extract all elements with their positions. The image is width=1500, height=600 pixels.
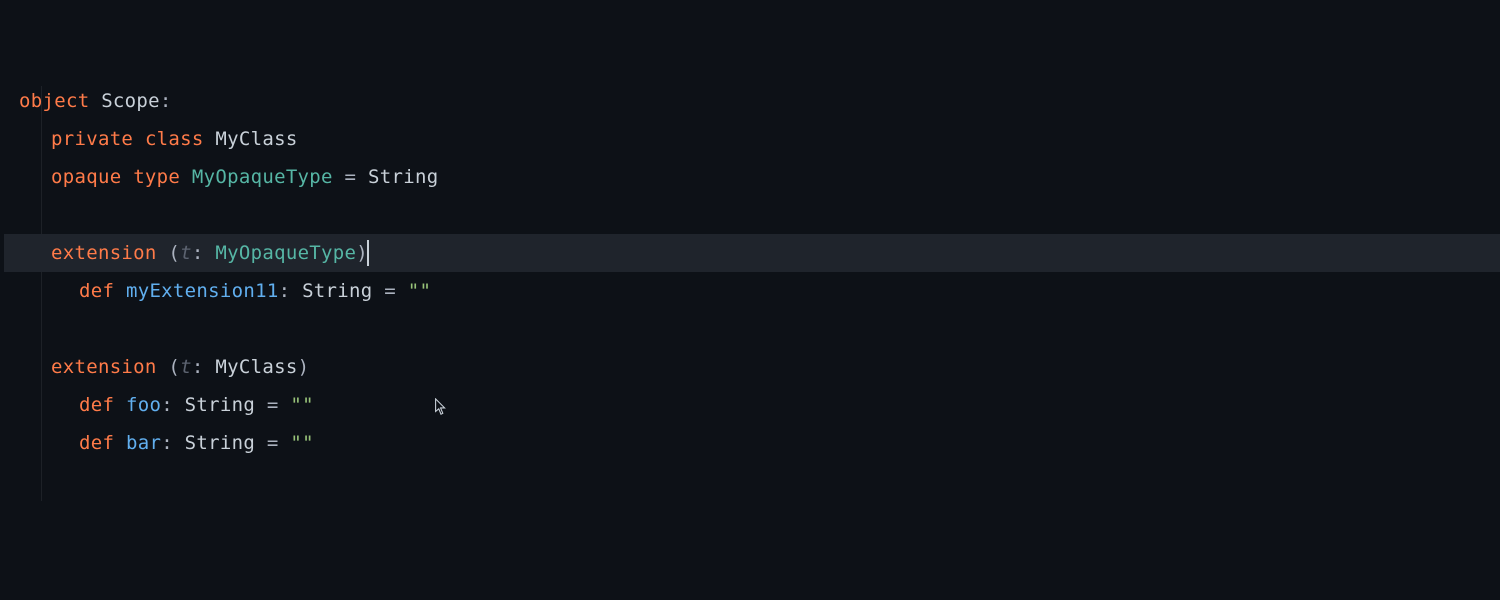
code-editor[interactable]: object Scope: private class MyClass opaq… (0, 0, 1500, 600)
keyword-def: def (79, 432, 114, 454)
type-string: String (368, 166, 438, 188)
code-line[interactable]: def myExtension11: String = "" (4, 272, 1500, 310)
param-t: t (180, 356, 192, 378)
keyword-extension: extension (51, 242, 157, 264)
keyword-opaque: opaque (51, 166, 121, 188)
string-literal: "" (290, 432, 313, 454)
keyword-class: class (145, 128, 204, 150)
type-string: String (302, 280, 372, 302)
code-line[interactable]: extension (t: MyClass) (4, 348, 1500, 386)
type-myopaquetype: MyOpaqueType (192, 166, 333, 188)
text-caret (367, 240, 369, 266)
code-line-highlighted[interactable]: extension (t: MyOpaqueType) (4, 234, 1500, 272)
code-line[interactable]: opaque type MyOpaqueType = String (4, 158, 1500, 196)
method-bar: bar (126, 432, 161, 454)
code-line-empty[interactable] (4, 196, 1500, 234)
code-line[interactable]: object Scope: (4, 82, 1500, 120)
identifier-myclass: MyClass (215, 128, 297, 150)
type-string: String (185, 394, 255, 416)
keyword-def: def (79, 394, 114, 416)
code-line[interactable]: def foo: String = "" (4, 386, 1500, 424)
code-line-empty[interactable] (4, 310, 1500, 348)
identifier-scope: Scope (101, 90, 160, 112)
keyword-extension: extension (51, 356, 157, 378)
keyword-object: object (19, 90, 89, 112)
type-myclass: MyClass (215, 356, 297, 378)
string-literal: "" (408, 280, 431, 302)
method-foo: foo (126, 394, 161, 416)
keyword-private: private (51, 128, 133, 150)
string-literal: "" (290, 394, 313, 416)
type-myopaquetype: MyOpaqueType (215, 242, 356, 264)
code-line[interactable]: private class MyClass (4, 120, 1500, 158)
code-line[interactable]: def bar: String = "" (4, 424, 1500, 462)
keyword-type: type (133, 166, 180, 188)
type-string: String (185, 432, 255, 454)
method-myextension11: myExtension11 (126, 280, 279, 302)
param-t: t (180, 242, 192, 264)
keyword-def: def (79, 280, 114, 302)
